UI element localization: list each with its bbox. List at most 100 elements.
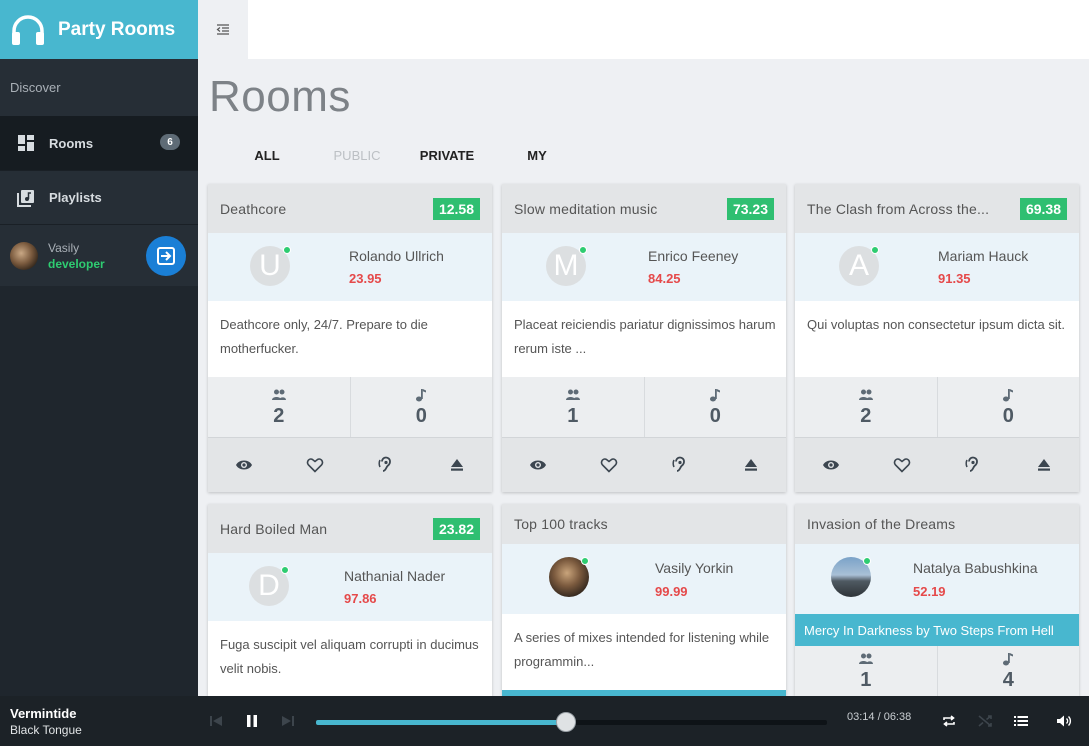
room-score-badge: 12.58 [432,197,480,220]
sidebar-item-label: Rooms [49,135,94,151]
online-indicator [871,246,879,254]
owner-name: Enrico Feeney [648,248,739,264]
room-title: Deathcore [220,200,287,217]
view-button[interactable] [502,438,573,492]
listen-button[interactable] [644,438,715,492]
favorite-button[interactable] [573,438,644,492]
room-owner: A Mariam Hauck 91.35 [795,233,1079,301]
sidebar-item-rooms[interactable]: Rooms 6 [0,116,198,170]
room-card[interactable]: Slow meditation music 73.23 M Enrico Fee… [502,184,786,492]
room-owner: D Nathanial Nader 97.86 [208,553,492,621]
shuffle-button[interactable] [976,712,994,730]
hearing-icon [377,456,391,472]
room-owner: M Enrico Feeney 84.25 [502,233,786,301]
rooms-count-badge: 6 [160,134,180,150]
hearing-icon [671,456,685,472]
skip-previous-icon [210,716,222,726]
view-button[interactable] [208,438,279,492]
owner-name: Natalya Babushkina [913,560,1038,576]
room-description: Placeat reiciendis pariatur dignissimos … [514,317,776,356]
listeners-count: 2 [860,404,872,427]
room-card[interactable]: Hard Boiled Man 23.82 D Nathanial Nader … [208,504,492,696]
repeat-button[interactable] [940,712,958,730]
room-card[interactable]: Top 100 tracks Vasily Yorkin 99.99 A ser… [502,504,786,696]
online-indicator [581,557,589,565]
dashboard-icon [18,135,34,151]
heart-icon [306,458,323,473]
previous-button[interactable] [207,712,225,730]
track-title: Vermintide [10,706,77,721]
tracks-count: 0 [709,404,721,427]
queue-list-icon [1014,716,1028,726]
room-card[interactable]: The Clash from Across the... 69.38 A Mar… [795,184,1079,492]
online-indicator [281,566,289,574]
hearing-icon [964,456,978,472]
now-playing-banner: Mercy In Darkness by Two Steps From Hell [795,614,1079,646]
volume-icon [1057,715,1072,727]
view-button[interactable] [795,438,866,492]
room-card[interactable]: Invasion of the Dreams Natalya Babushkin… [795,504,1079,696]
pause-icon [247,715,257,727]
listen-button[interactable] [350,438,421,492]
tab-all[interactable]: ALL [222,144,312,168]
room-title: Hard Boiled Man [220,520,328,537]
owner-score: 97.86 [344,591,377,606]
brand-title: Party Rooms [58,18,176,40]
sidebar-item-playlists[interactable]: Playlists [0,170,198,224]
owner-name: Nathanial Nader [344,568,446,584]
room-card[interactable]: Deathcore 12.58 U Rolando Ullrich 23.95 … [208,184,492,492]
room-actions [502,437,786,492]
room-stats: 2 0 [208,377,492,437]
tab-my[interactable]: MY [492,144,582,168]
headphones-icon [12,14,44,45]
room-title: Invasion of the Dreams [807,516,956,532]
room-title: The Clash from Across the... [807,200,990,217]
volume-button[interactable] [1055,712,1073,730]
room-score-badge: 73.23 [726,197,774,220]
heart-icon [893,458,910,473]
progress-fill [316,720,567,725]
listeners-count: 2 [273,404,285,427]
tab-public[interactable]: PUBLIC [312,144,402,168]
music-note-icon [1003,388,1014,401]
tracks-count: 4 [1002,668,1014,691]
exit-icon [157,247,175,265]
eject-icon [450,459,463,471]
room-stats: 1 0 [502,377,786,437]
favorite-button[interactable] [279,438,350,492]
listeners-count: 1 [567,404,579,427]
user-role: developer [48,256,105,271]
listen-button[interactable] [937,438,1008,492]
online-indicator [283,246,291,254]
repeat-icon [943,715,955,727]
eye-icon [235,460,252,470]
room-owner: U Rolando Ullrich 23.95 [208,233,492,301]
owner-score: 23.95 [349,271,382,286]
room-title: Top 100 tracks [514,516,608,532]
tab-private[interactable]: PRIVATE [402,144,492,168]
brand[interactable]: Party Rooms [0,0,198,59]
eject-button[interactable] [1008,438,1079,492]
playlist-button[interactable] [1012,712,1030,730]
people-icon [858,653,873,664]
owner-name: Mariam Hauck [938,248,1029,264]
menu-toggle-button[interactable] [198,0,248,59]
next-button[interactable] [279,712,297,730]
eject-button[interactable] [421,438,492,492]
sidebar: Party Rooms Discover Rooms 6 Playlists V… [0,0,198,696]
shuffle-icon [978,715,992,727]
eject-icon [744,459,757,471]
eject-button[interactable] [715,438,786,492]
progress-slider[interactable] [316,712,827,732]
top-bar [198,0,1089,59]
user-name: Vasily [48,240,80,255]
room-description: Qui voluptas non consectetur ipsum dicta… [807,317,1065,332]
online-indicator [579,246,587,254]
avatar[interactable] [10,241,38,270]
room-stats: 2 0 [795,377,1079,437]
online-indicator [863,557,871,565]
indent-icon [216,23,229,35]
logout-button[interactable] [146,236,186,276]
pause-button[interactable] [243,712,261,730]
favorite-button[interactable] [866,438,937,492]
